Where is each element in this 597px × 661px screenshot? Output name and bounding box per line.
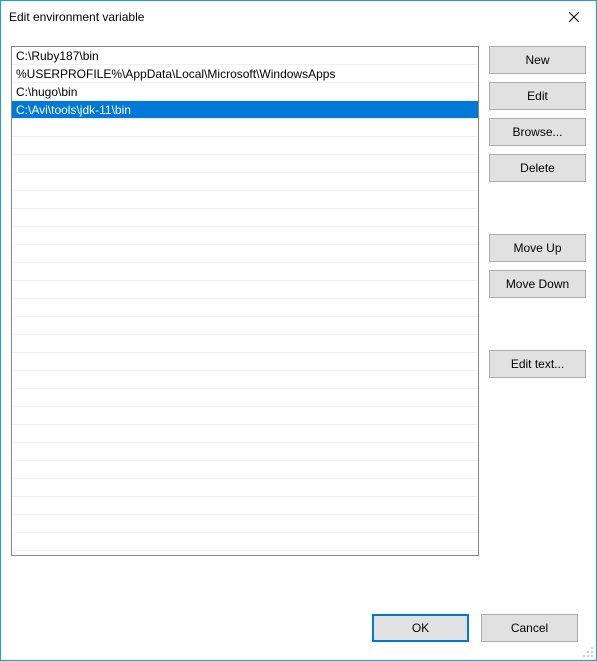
list-item[interactable]: C:\Avi\tools\jdk-11\bin xyxy=(12,101,478,119)
list-item[interactable] xyxy=(12,191,478,209)
move-down-button[interactable]: Move Down xyxy=(489,270,586,298)
new-button[interactable]: New xyxy=(489,46,586,74)
list-item[interactable] xyxy=(12,461,478,479)
list-item[interactable] xyxy=(12,335,478,353)
titlebar: Edit environment variable xyxy=(1,1,596,32)
list-item[interactable] xyxy=(12,443,478,461)
list-item[interactable] xyxy=(12,119,478,137)
list-item[interactable] xyxy=(12,281,478,299)
list-item[interactable] xyxy=(12,155,478,173)
dialog-footer: OK Cancel xyxy=(11,592,586,650)
close-button[interactable] xyxy=(551,2,596,32)
spacer xyxy=(489,306,586,350)
list-item[interactable] xyxy=(12,209,478,227)
browse-button[interactable]: Browse... xyxy=(489,118,586,146)
list-item[interactable] xyxy=(12,497,478,515)
move-up-button[interactable]: Move Up xyxy=(489,234,586,262)
list-item[interactable]: %USERPROFILE%\AppData\Local\Microsoft\Wi… xyxy=(12,65,478,83)
list-item[interactable] xyxy=(12,425,478,443)
list-item[interactable] xyxy=(12,245,478,263)
content-area: C:\Ruby187\bin%USERPROFILE%\AppData\Loca… xyxy=(11,46,586,592)
list-item[interactable] xyxy=(12,173,478,191)
list-item[interactable] xyxy=(12,353,478,371)
list-item[interactable] xyxy=(12,533,478,551)
window-title: Edit environment variable xyxy=(9,10,144,24)
list-item[interactable] xyxy=(12,515,478,533)
list-item[interactable]: C:\hugo\bin xyxy=(12,83,478,101)
list-item[interactable] xyxy=(12,227,478,245)
list-item[interactable] xyxy=(12,263,478,281)
list-item[interactable]: C:\Ruby187\bin xyxy=(12,47,478,65)
list-item[interactable] xyxy=(12,371,478,389)
list-item[interactable] xyxy=(12,407,478,425)
close-icon xyxy=(569,12,579,22)
list-item[interactable] xyxy=(12,299,478,317)
dialog-body: C:\Ruby187\bin%USERPROFILE%\AppData\Loca… xyxy=(1,32,596,660)
edit-text-button[interactable]: Edit text... xyxy=(489,350,586,378)
edit-button[interactable]: Edit xyxy=(489,82,586,110)
list-item[interactable] xyxy=(12,479,478,497)
list-item[interactable] xyxy=(12,137,478,155)
delete-button[interactable]: Delete xyxy=(489,154,586,182)
resize-grip-icon[interactable] xyxy=(580,644,594,658)
ok-button[interactable]: OK xyxy=(372,614,469,642)
cancel-button[interactable]: Cancel xyxy=(481,614,578,642)
dialog-window: Edit environment variable C:\Ruby187\bin… xyxy=(0,0,597,661)
spacer xyxy=(489,190,586,234)
list-item[interactable] xyxy=(12,389,478,407)
list-item[interactable] xyxy=(12,317,478,335)
button-column: New Edit Browse... Delete Move Up Move D… xyxy=(489,46,586,592)
path-listbox[interactable]: C:\Ruby187\bin%USERPROFILE%\AppData\Loca… xyxy=(11,46,479,556)
